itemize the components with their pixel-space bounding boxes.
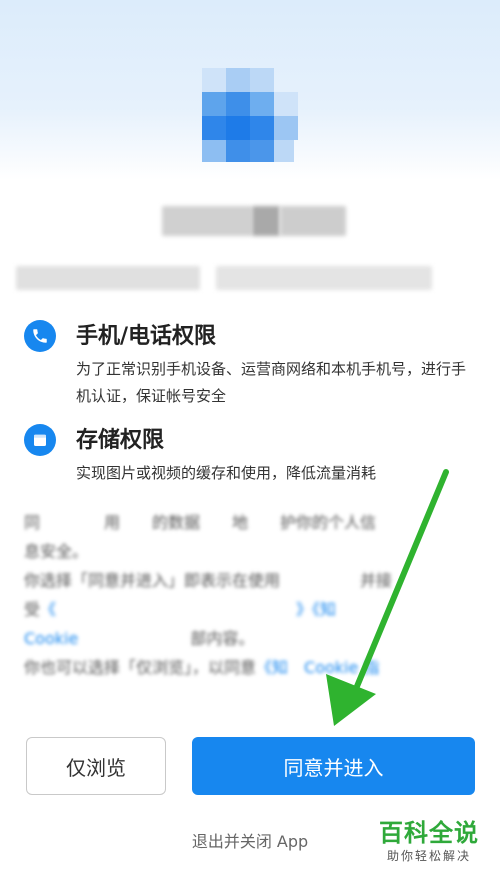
watermark-logo: 百科全说 助你轻松解决	[370, 818, 488, 864]
policy-text: 部内容。	[78, 629, 255, 648]
policy-link[interactable]: 《知 Cookie 指	[256, 658, 379, 677]
phone-icon	[24, 320, 56, 352]
policy-link[interactable]: 《 》《知	[40, 600, 352, 619]
text-fade-overlay	[0, 680, 500, 730]
policy-text: 你也可以选择「仅浏览」，以同意	[24, 658, 257, 677]
policy-line: 你选择「同意并进入」即表示在使用 并接	[24, 571, 393, 590]
agree-and-enter-button[interactable]: 同意并进入	[192, 737, 475, 795]
watermark-title: 百科全说	[379, 819, 479, 847]
permission-description: 实现图片或视频的缓存和使用，降低流量消耗	[76, 464, 377, 482]
policy-link[interactable]: Cookie	[24, 629, 78, 648]
policy-line: 同 用 的数据 地 护你的个人信	[24, 513, 377, 532]
permission-title: 存储权限	[76, 428, 165, 453]
policy-line: 息安全。	[24, 542, 89, 561]
policy-line: 你也可以选择「仅浏览」，以同意《知 Cookie 指	[24, 653, 474, 682]
permission-title: 手机/电话权限	[76, 324, 217, 349]
policy-line: Cookie 部内容。	[24, 624, 474, 653]
app-logo	[202, 68, 302, 164]
browse-only-button[interactable]: 仅浏览	[26, 737, 166, 795]
policy-text: 受	[24, 600, 41, 619]
policy-line: 受《 》《知	[24, 595, 474, 624]
permission-description: 为了正常识别手机设备、运营商网络和本机手机号，进行手机认证，保证帐号安全	[76, 360, 467, 405]
storage-icon	[24, 424, 56, 456]
watermark-subtitle: 助你轻松解决	[386, 849, 471, 863]
